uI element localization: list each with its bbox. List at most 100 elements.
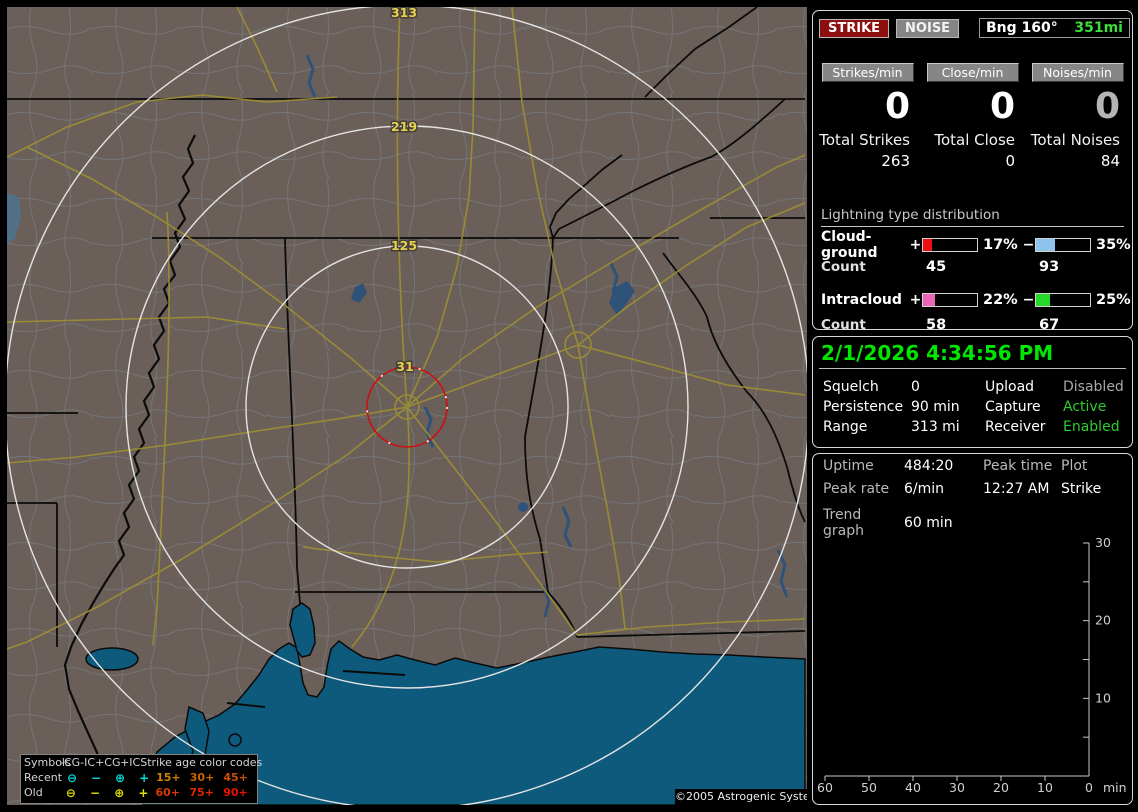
legend-recent-row: Recent ⊖ − ⊕ + 15+ 30+ 45+: [21, 770, 257, 785]
age-15: 15+: [156, 771, 181, 784]
cloud-ground-count-row: Count 45 93: [821, 254, 1124, 279]
svg-text:20: 20: [993, 780, 1009, 795]
cg-neg-recent-icon: ⊖: [66, 770, 78, 785]
trend-graph: 10 20 30 60 50 40 30 20 10 0 min: [817, 535, 1127, 795]
receiver-status: Enabled: [1063, 419, 1120, 435]
age-45: 45+: [223, 771, 248, 784]
status-row: Squelch 0 Upload Disabled: [813, 377, 1132, 397]
legend-old-row: Old ⊖ − ⊕ + 60+ 75+ 90+: [21, 785, 257, 800]
ring-label-31: 31: [396, 359, 413, 374]
ring-label-313: 313: [391, 7, 417, 20]
plus-sign: +: [909, 237, 922, 253]
bearing-range-value: 351mi: [1074, 20, 1123, 36]
ic-negative-count: 67: [1039, 316, 1060, 333]
legend-symbols-header: Symbols: [24, 756, 71, 769]
close-rate-value: 0: [989, 86, 1015, 127]
strike-mode-button[interactable]: STRIKE: [819, 18, 890, 38]
close-column: Close/min 0 Total Close 0: [920, 63, 1025, 170]
bearing-readout: Bng 160° 351mi: [979, 18, 1130, 38]
count-label: Count: [821, 258, 866, 275]
trend-graph-window: 60 min: [904, 515, 953, 531]
svg-text:10: 10: [1095, 690, 1111, 705]
total-close-label: Total Close: [934, 130, 1015, 149]
noise-mode-button[interactable]: NOISE: [896, 18, 960, 38]
total-strikes-value: 263: [881, 151, 910, 170]
cg-positive-bar: [922, 238, 978, 252]
total-noises-value: 84: [1100, 151, 1120, 170]
ic-positive-pct: 22%: [983, 291, 1018, 308]
squelch-label: Squelch: [823, 379, 879, 395]
ic-positive-bar: [922, 292, 978, 307]
peak-rate-value: 6/min: [904, 480, 945, 497]
receiver-label: Receiver: [985, 419, 1046, 435]
ring-label-125: 125: [391, 238, 417, 253]
plus-sign: +: [909, 291, 922, 308]
cg-neg-old-icon: ⊖: [65, 785, 76, 800]
svg-text:30: 30: [1095, 535, 1111, 550]
legend-col-ic-pos: +IC: [120, 756, 141, 769]
session-row: Uptime 484:20 Peak time Plot: [813, 454, 1132, 477]
radar-map[interactable]: 313 219 125 31 Symbols -CG -IC +CG +IC S…: [7, 7, 807, 805]
trend-graph-row: Trend graph 60 min: [813, 507, 1132, 539]
cg-positive-count: 45: [926, 258, 947, 275]
persistence-value: 90 min: [911, 399, 960, 415]
divider: [819, 368, 1126, 369]
squelch-value: 0: [911, 379, 920, 395]
minus-sign: −: [1022, 291, 1035, 308]
strike-stats-panel: STRIKE NOISE Bng 160° 351mi Strikes/min …: [812, 10, 1133, 333]
strikes-rate-value: 0: [884, 86, 910, 127]
cloud-ground-label: Cloud-ground: [821, 229, 878, 261]
lightning-distribution: Lightning type distribution Cloud-ground…: [821, 207, 1131, 337]
cg-pos-old-icon: ⊕: [114, 785, 125, 800]
cg-negative-count: 93: [1039, 258, 1060, 275]
strikes-column: Strikes/min 0 Total Strikes 263: [815, 63, 920, 170]
peak-time-value: 12:27 AM: [983, 480, 1050, 497]
cg-positive-pct: 17%: [983, 237, 1018, 253]
ic-positive-count: 58: [926, 316, 947, 333]
ic-pos-old-icon: +: [138, 785, 149, 800]
legend-age-title: Strike age color codes: [140, 756, 263, 769]
uptime-value: 484:20: [904, 457, 954, 474]
upload-status: Disabled: [1063, 379, 1124, 395]
total-noises-label: Total Noises: [1030, 130, 1120, 149]
map-legend: Symbols -CG -IC +CG +IC Strike age color…: [20, 754, 262, 804]
total-strikes-label: Total Strikes: [819, 130, 910, 149]
svg-text:30: 30: [949, 780, 965, 795]
legend-col-cg-pos: +CG: [95, 756, 121, 769]
ic-pos-recent-icon: +: [139, 770, 150, 785]
noises-rate-value: 0: [1094, 86, 1120, 127]
count-label: Count: [821, 316, 866, 333]
counter-columns: Strikes/min 0 Total Strikes 263 Close/mi…: [815, 63, 1130, 170]
mode-row: STRIKE NOISE Bng 160° 351mi: [819, 18, 1130, 38]
peak-time-label: Peak time: [983, 457, 1053, 474]
status-row: Persistence 90 min Capture Active: [813, 397, 1132, 417]
svg-text:10: 10: [1037, 780, 1053, 795]
svg-text:60: 60: [817, 780, 833, 795]
svg-text:50: 50: [861, 780, 877, 795]
legend-recent-label: Recent: [24, 771, 63, 784]
capture-status: Active: [1063, 399, 1107, 415]
persistence-label: Persistence: [823, 399, 904, 415]
svg-text:min: min: [1103, 780, 1127, 795]
cg-pos-recent-icon: ⊕: [115, 770, 126, 785]
intracloud-row: Intracloud + 22% − 25%: [821, 287, 1131, 312]
map-canvas: 313 219 125 31: [7, 7, 807, 805]
status-panel: 2/1/2026 4:34:56 PM Squelch 0 Upload Dis…: [812, 336, 1133, 448]
noises-per-min-button[interactable]: Noises/min: [1031, 63, 1124, 82]
upload-label: Upload: [985, 379, 1035, 395]
svg-text:20: 20: [1095, 613, 1111, 628]
intracloud-count-row: Count 58 67: [821, 312, 1124, 337]
plot-label: Plot: [1061, 457, 1088, 474]
ic-neg-recent-icon: −: [91, 770, 102, 785]
age-30: 30+: [189, 771, 215, 784]
app-window: { "header": {"strike":"STRIKE","noise":"…: [0, 0, 1138, 812]
uptime-label: Uptime: [823, 457, 874, 474]
strikes-per-min-button[interactable]: Strikes/min: [821, 63, 914, 82]
cloud-ground-row: Cloud-ground + 17% − 35%: [821, 229, 1131, 261]
range-value: 313 mi: [911, 419, 960, 435]
noises-column: Noises/min 0 Total Noises 84: [1025, 63, 1130, 170]
minus-sign: −: [1022, 237, 1035, 253]
close-per-min-button[interactable]: Close/min: [926, 63, 1019, 82]
intracloud-label: Intracloud: [821, 291, 902, 308]
legend-col-ic-neg: -IC: [80, 756, 96, 769]
